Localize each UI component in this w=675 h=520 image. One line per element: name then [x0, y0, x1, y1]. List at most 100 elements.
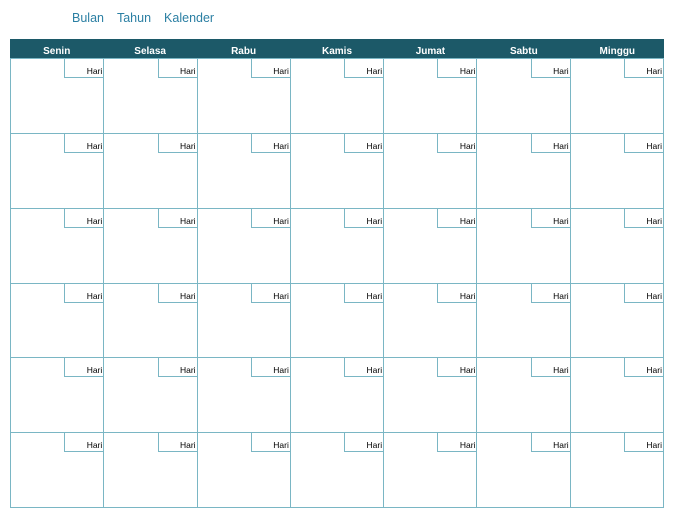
day-number-box[interactable]: Hari	[250, 207, 291, 228]
calendar-day-cell[interactable]: Hari	[11, 432, 105, 508]
day-number-box[interactable]: Hari	[64, 357, 105, 378]
calendar-day-cell[interactable]: Hari	[477, 207, 571, 284]
day-number-box[interactable]: Hari	[530, 58, 571, 78]
day-number-box[interactable]: Hari	[623, 207, 664, 228]
calendar-day-cell[interactable]: Hari	[570, 282, 664, 359]
calendar-day-cell[interactable]: Hari	[384, 58, 478, 134]
day-number-box[interactable]: Hari	[437, 207, 478, 228]
day-number-box[interactable]: Hari	[64, 207, 105, 228]
calendar-day-cell[interactable]: Hari	[104, 207, 198, 284]
day-number-box[interactable]: Hari	[250, 58, 291, 78]
calendar-day-cell[interactable]: Hari	[570, 132, 664, 209]
calendar-day-cell[interactable]: Hari	[477, 132, 571, 209]
calendar-day-cell[interactable]: Hari	[104, 132, 198, 209]
day-number-box[interactable]: Hari	[437, 132, 478, 153]
calendar-day-cell[interactable]: Hari	[290, 132, 385, 209]
day-label: Hari	[366, 215, 383, 226]
day-number-box[interactable]: Hari	[437, 432, 478, 453]
calendar-day-cell[interactable]: Hari	[197, 432, 291, 508]
day-label: Hari	[459, 140, 476, 151]
calendar-day-cell[interactable]: Hari	[197, 282, 291, 359]
day-number-box[interactable]: Hari	[250, 357, 291, 378]
calendar-day-cell[interactable]: Hari	[11, 207, 105, 284]
calendar-day-cell[interactable]: Hari	[570, 357, 664, 434]
day-number-box[interactable]: Hari	[623, 357, 664, 378]
calendar-day-cell[interactable]: Hari	[104, 432, 198, 508]
calendar-day-cell[interactable]: Hari	[11, 58, 105, 134]
day-number-box[interactable]: Hari	[157, 58, 198, 78]
day-number-box[interactable]: Hari	[437, 58, 478, 78]
day-number-box[interactable]: Hari	[157, 132, 198, 153]
day-number-box[interactable]: Hari	[250, 432, 291, 453]
day-number-box[interactable]: Hari	[530, 432, 571, 453]
day-number-box[interactable]: Hari	[64, 432, 105, 453]
day-number-box[interactable]: Hari	[344, 132, 385, 153]
day-number-box[interactable]: Hari	[157, 282, 198, 303]
calendar-day-cell[interactable]: Hari	[384, 432, 478, 508]
calendar-day-cell[interactable]: Hari	[197, 58, 291, 134]
calendar-day-cell[interactable]: Hari	[570, 207, 664, 284]
day-label: Hari	[553, 290, 569, 301]
calendar-day-cell[interactable]: Hari	[11, 132, 105, 209]
day-label: Hari	[459, 215, 476, 226]
day-number-box[interactable]: Hari	[344, 207, 385, 228]
calendar-day-cell[interactable]: Hari	[11, 357, 105, 434]
day-number-box[interactable]: Hari	[437, 357, 478, 378]
calendar-day-cell[interactable]: Hari	[290, 357, 385, 434]
calendar-day-cell[interactable]: Hari	[197, 357, 291, 434]
day-number-box[interactable]: Hari	[64, 58, 105, 78]
day-label: Hari	[646, 440, 662, 451]
title-month[interactable]: Bulan	[72, 10, 104, 26]
day-number-box[interactable]: Hari	[344, 357, 385, 378]
day-label: Hari	[366, 290, 383, 301]
calendar-day-cell[interactable]: Hari	[290, 58, 385, 134]
calendar-day-cell[interactable]: Hari	[477, 357, 571, 434]
calendar-day-cell[interactable]: Hari	[477, 432, 571, 508]
calendar-day-cell[interactable]: Hari	[570, 432, 664, 508]
calendar-day-cell[interactable]: Hari	[104, 357, 198, 434]
day-number-box[interactable]: Hari	[623, 58, 664, 78]
calendar-day-cell[interactable]: Hari	[290, 207, 385, 284]
day-number-box[interactable]: Hari	[157, 207, 198, 228]
calendar-day-cell[interactable]: Hari	[384, 132, 478, 209]
day-label: Hari	[646, 290, 662, 301]
calendar-day-cell[interactable]: Hari	[477, 282, 571, 359]
day-label: Hari	[86, 215, 103, 226]
calendar-day-cell[interactable]: Hari	[197, 132, 291, 209]
calendar-day-cell[interactable]: Hari	[384, 357, 478, 434]
calendar-day-cell[interactable]: Hari	[104, 282, 198, 359]
calendar-day-cell[interactable]: Hari	[384, 282, 478, 359]
day-number-box[interactable]: Hari	[250, 132, 291, 153]
weekday-header-row: Senin Selasa Rabu Kamis Jumat Sabtu Ming…	[10, 39, 664, 58]
day-number-box[interactable]: Hari	[530, 132, 571, 153]
calendar-day-cell[interactable]: Hari	[384, 207, 478, 284]
day-number-box[interactable]: Hari	[344, 282, 385, 303]
day-number-box[interactable]: Hari	[344, 432, 385, 453]
calendar-day-cell[interactable]: Hari	[104, 58, 198, 134]
day-label: Hari	[553, 215, 569, 226]
day-label: Hari	[273, 66, 289, 76]
day-number-box[interactable]: Hari	[64, 282, 105, 303]
calendar-title: Bulan Tahun Kalender	[72, 10, 227, 26]
day-number-box[interactable]: Hari	[437, 282, 478, 303]
day-number-box[interactable]: Hari	[157, 357, 198, 378]
day-number-box[interactable]: Hari	[250, 282, 291, 303]
title-year[interactable]: Tahun	[117, 10, 151, 26]
day-number-box[interactable]: Hari	[623, 132, 664, 153]
day-number-box[interactable]: Hari	[623, 432, 664, 453]
day-number-box[interactable]: Hari	[344, 58, 385, 78]
calendar-grid: Hari Hari Hari Hari Hari Hari Hari Hari Hari Hari…	[10, 58, 664, 508]
weekday-saturday: Sabtu	[509, 46, 538, 57]
day-number-box[interactable]: Hari	[530, 357, 571, 378]
day-number-box[interactable]: Hari	[530, 282, 571, 303]
calendar-day-cell[interactable]: Hari	[290, 432, 385, 508]
calendar-day-cell[interactable]: Hari	[290, 282, 385, 359]
day-number-box[interactable]: Hari	[64, 132, 105, 153]
calendar-day-cell[interactable]: Hari	[477, 58, 571, 134]
calendar-day-cell[interactable]: Hari	[570, 58, 664, 134]
day-number-box[interactable]: Hari	[530, 207, 571, 228]
calendar-day-cell[interactable]: Hari	[11, 282, 105, 359]
day-number-box[interactable]: Hari	[157, 432, 198, 453]
calendar-day-cell[interactable]: Hari	[197, 207, 291, 284]
day-number-box[interactable]: Hari	[623, 282, 664, 303]
